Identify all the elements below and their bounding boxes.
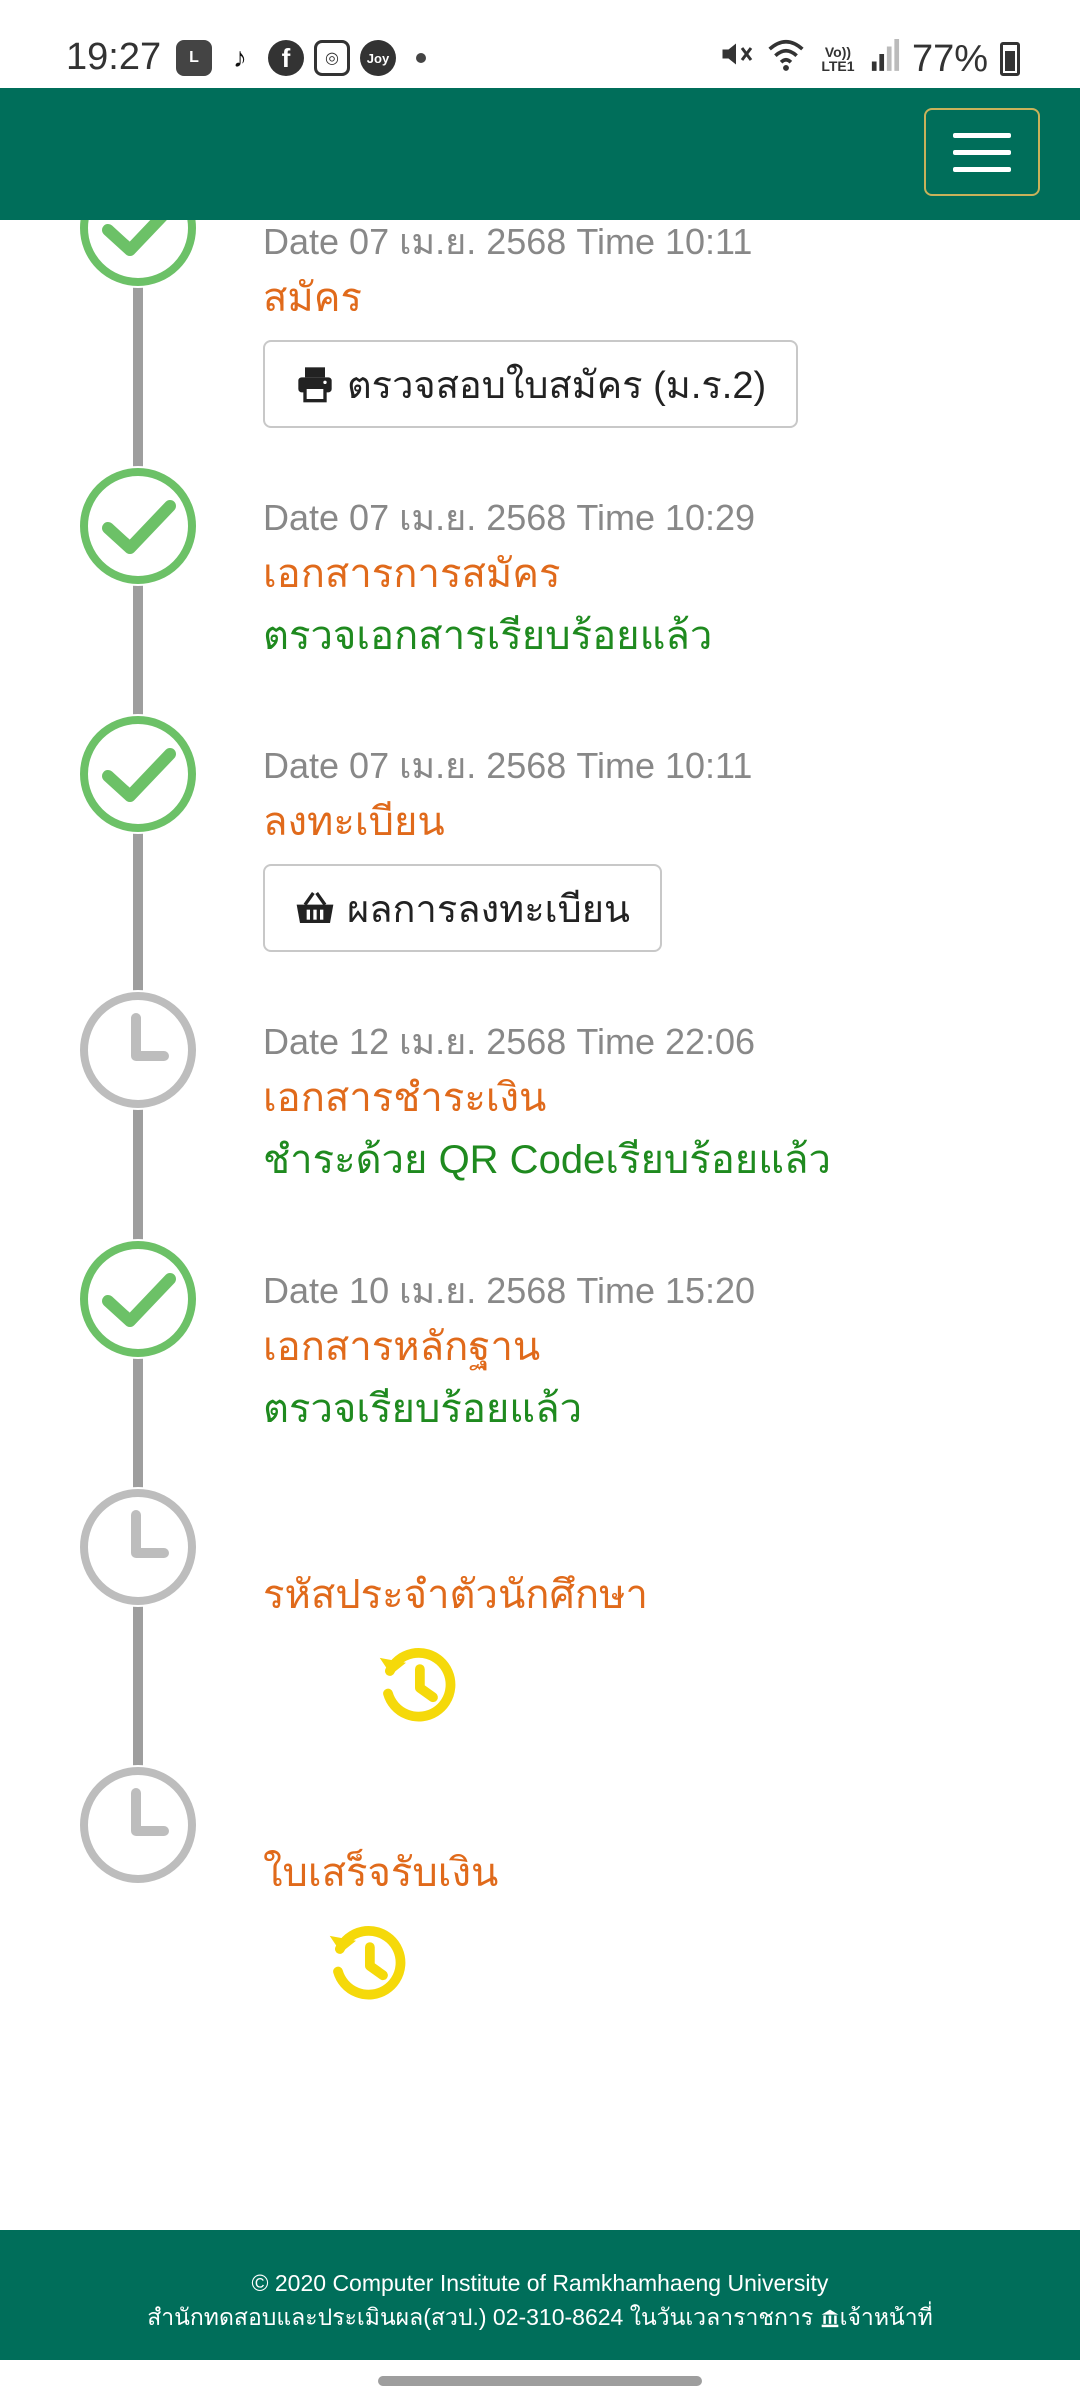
clock-icon xyxy=(78,1765,198,1885)
footer-contact: สำนักทดสอบและประเมินผล(สวป.) 02-310-8624… xyxy=(0,2300,1080,2334)
top-navbar xyxy=(0,88,1080,220)
status-timeline: Date 07 เม.ย. 2568 Time 10:11 สมัคร ตรวจ… xyxy=(0,220,1080,2230)
hamburger-icon-bar xyxy=(953,132,1011,138)
timeline-title: รหัสประจำตัวนักศึกษา xyxy=(263,1573,648,1617)
check-circle-icon xyxy=(78,714,198,834)
check-circle-icon xyxy=(78,220,198,288)
instagram-icon: ◎ xyxy=(314,40,350,76)
status-time: 19:27 xyxy=(66,36,162,78)
timeline-status: ตรวจเอกสารเรียบร้อยแล้ว xyxy=(263,614,713,658)
registration-result-label: ผลการลงทะเบียน xyxy=(347,888,630,931)
battery-percent: 77% xyxy=(911,37,988,80)
timeline-date: Date 07 เม.ย. 2568 Time 10:11 xyxy=(263,221,753,262)
timeline-title: สมัคร xyxy=(263,276,363,320)
footer-contact-text: สำนักทดสอบและประเมินผล(สวป.) 02-310-8624… xyxy=(147,2304,814,2330)
timeline-status: ชำระด้วย QR Codeเรียบร้อยแล้ว xyxy=(263,1138,831,1182)
timeline-date: Date 10 เม.ย. 2568 Time 15:20 xyxy=(263,1270,756,1311)
timeline-status: ตรวจเรียบร้อยแล้ว xyxy=(263,1387,583,1431)
hamburger-menu-button[interactable] xyxy=(924,108,1040,196)
page-footer: © 2020 Computer Institute of Ramkhamhaen… xyxy=(0,2230,1080,2360)
staff-link[interactable]: เจ้าหน้าที่ xyxy=(820,2304,933,2330)
check-circle-icon xyxy=(78,466,198,586)
facebook-icon: f xyxy=(268,40,304,76)
tiktok-icon: ♪ xyxy=(222,40,258,76)
history-icon xyxy=(329,1926,406,2000)
gesture-navigation-bar[interactable] xyxy=(378,2376,702,2386)
check-application-button[interactable]: ตรวจสอบใบสมัคร (ม.ร.2) xyxy=(263,340,799,428)
status-bar: 19:27 L ♪ f ◎ Joy Vo)) LTE1 77% xyxy=(0,0,1080,88)
timeline-title: ใบเสร็จรับเงิน xyxy=(263,1851,499,1895)
wifi-icon xyxy=(766,36,806,82)
hamburger-icon-bar xyxy=(953,166,1011,172)
timeline-title: เอกสารการสมัคร xyxy=(263,552,561,596)
timeline-title: ลงทะเบียน xyxy=(263,800,445,844)
timeline-date: Date 07 เม.ย. 2568 Time 10:11 xyxy=(263,745,753,786)
signal-icon xyxy=(870,37,900,81)
timeline-date: Date 07 เม.ย. 2568 Time 10:29 xyxy=(263,497,756,538)
timeline-title: เอกสารหลักฐาน xyxy=(263,1325,541,1369)
check-application-label: ตรวจสอบใบสมัคร (ม.ร.2) xyxy=(347,364,767,407)
building-icon xyxy=(821,2309,838,2328)
history-icon xyxy=(379,1648,456,1722)
more-notifications-dot xyxy=(416,53,426,63)
battery-icon xyxy=(1000,42,1020,76)
registration-result-button[interactable]: ผลการลงทะเบียน xyxy=(263,864,662,952)
timeline-title: เอกสารชำระเงิน xyxy=(263,1076,547,1120)
timeline-date: Date 12 เม.ย. 2568 Time 22:06 xyxy=(263,1021,756,1062)
network-label: Vo)) LTE1 xyxy=(821,44,855,74)
notification-icons: L ♪ f ◎ Joy xyxy=(176,40,426,76)
printer-icon xyxy=(298,367,332,403)
staff-link-label: เจ้าหน้าที่ xyxy=(839,2304,933,2330)
footer-copyright: © 2020 Computer Institute of Ramkhamhaen… xyxy=(251,2270,829,2296)
lemon8-icon: L xyxy=(176,40,212,76)
hamburger-icon-bar xyxy=(953,149,1011,155)
clock-icon xyxy=(78,990,198,1110)
mute-icon xyxy=(718,36,754,82)
joy-icon: Joy xyxy=(360,40,396,76)
status-right: Vo)) LTE1 77% xyxy=(718,36,1020,82)
basket-icon xyxy=(296,892,334,923)
clock-icon xyxy=(78,1487,198,1607)
check-circle-icon xyxy=(78,1239,198,1359)
